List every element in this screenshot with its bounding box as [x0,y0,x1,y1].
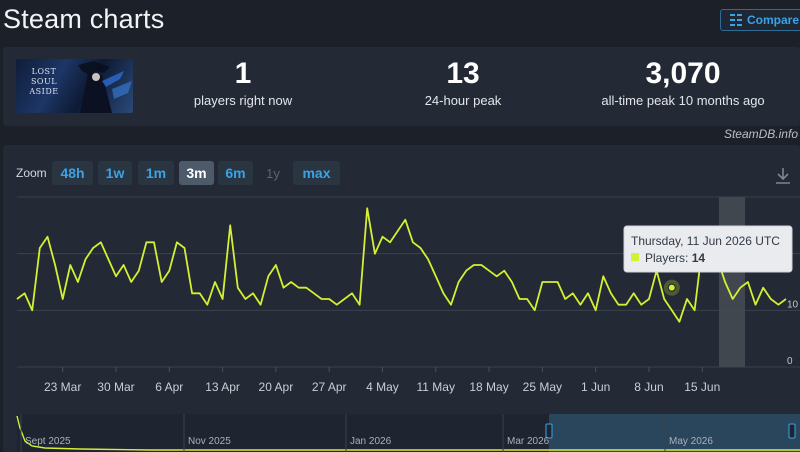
range-navigator[interactable]: Sept 2025 Nov 2025 Jan 2026 Mar 2026 May 202… [16,414,800,452]
x-tick-label: 13 Apr [205,380,240,394]
x-tick-label: 27 Apr [312,380,347,394]
x-axis-ticks: 23 Mar 30 Mar 6 Apr 13 Apr 20 Apr 27 Apr 4 May… [44,367,720,394]
x-tick-label: 25 May [523,380,562,394]
navigator-label: May 2026 [669,436,713,447]
x-tick-label: 6 Apr [155,380,183,394]
chart-tooltip: Thursday, 11 Jun 2026 UTC Players: 14 [623,225,793,273]
tooltip-date: Thursday, 11 Jun 2026 UTC [631,234,780,248]
hover-band [719,197,745,367]
x-tick-label: 30 Mar [97,380,134,394]
x-tick-label: 8 Jun [634,380,663,394]
tooltip-box [623,225,793,273]
navigator-label: Jan 2026 [350,436,392,447]
navigator-label: Nov 2025 [188,436,231,447]
navigator-label: Mar 2026 [507,436,550,447]
x-tick-label: 4 May [366,380,399,394]
navigator-right-handle[interactable] [788,423,796,439]
x-tick-label: 15 Jun [684,380,720,394]
tooltip-series: Players: 14 [645,251,705,265]
player-count-chart[interactable]: 0 10 23 Mar 30 Mar 6 Apr 13 Apr 20 Apr 27 Apr 4… [0,0,800,452]
y-tick-label: 0 [787,356,793,367]
tooltip-series-label: Players: [645,251,692,265]
x-tick-label: 11 May [417,380,455,394]
chart-gridlines [17,196,800,368]
hover-point [667,283,676,292]
tooltip-value: 14 [692,251,706,265]
hover-point-marker [663,279,680,296]
y-axis-ticks: 0 10 [787,299,799,367]
tooltip-series-swatch [631,253,639,261]
x-tick-label: 18 May [469,380,508,394]
y-tick-label: 10 [787,299,799,310]
x-tick-label: 20 Apr [259,380,294,394]
x-tick-label: 1 Jun [581,380,610,394]
navigator-label: Sept 2025 [25,436,71,447]
x-tick-label: 23 Mar [44,380,81,394]
